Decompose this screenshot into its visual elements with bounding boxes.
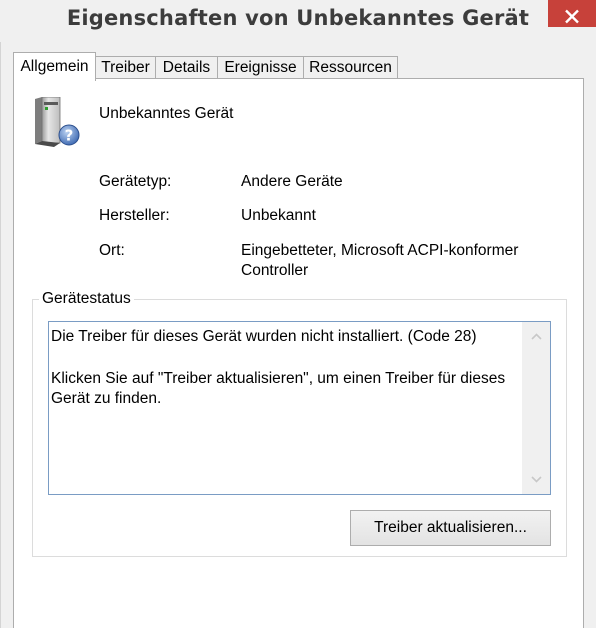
tab-details[interactable]: Details	[155, 56, 218, 78]
window-title: Eigenschaften von Unbekanntes Gerät	[66, 6, 530, 30]
window-border	[0, 42, 1, 628]
tab-treiber[interactable]: Treiber	[95, 56, 156, 78]
location-value-line1: Eingebetteter, Microsoft ACPI-konformer	[241, 242, 519, 259]
properties-window: Eigenschaften von Unbekanntes Gerät Allg…	[0, 0, 596, 628]
tab-ereignisse[interactable]: Ereignisse	[217, 56, 304, 78]
tab-allgemein[interactable]: Allgemein	[13, 52, 96, 81]
scroll-down-arrow-icon[interactable]	[531, 476, 542, 483]
device-type-label: Gerätetyp:	[99, 173, 172, 190]
device-status-group-label: Gerätestatus	[39, 290, 134, 308]
update-driver-button[interactable]: Treiber aktualisieren...	[350, 510, 551, 546]
device-status-textbox[interactable]: Die Treiber für dieses Gerät wurden nich…	[48, 321, 551, 495]
device-status-text: Die Treiber für dieses Gerät wurden nich…	[51, 327, 521, 431]
location-label: Ort:	[99, 242, 125, 259]
status-message-code: Die Treiber für dieses Gerät wurden nich…	[51, 328, 477, 345]
title-bar[interactable]: Eigenschaften von Unbekanntes Gerät	[0, 0, 596, 42]
vertical-scrollbar[interactable]	[522, 322, 550, 494]
device-type-value: Andere Geräte	[241, 173, 343, 190]
manufacturer-label: Hersteller:	[99, 207, 170, 224]
device-name: Unbekanntes Gerät	[99, 105, 234, 122]
svg-text:?: ?	[65, 127, 74, 145]
close-icon	[565, 9, 579, 24]
scroll-up-arrow-icon[interactable]	[531, 333, 542, 340]
close-button[interactable]	[548, 0, 596, 27]
manufacturer-value: Unbekannt	[241, 207, 316, 224]
tab-ressourcen[interactable]: Ressourcen	[303, 56, 398, 78]
location-value-line2: Controller	[241, 262, 309, 279]
unknown-device-icon: ?	[35, 97, 80, 147]
status-message-hint: Klicken Sie auf "Treiber aktualisieren",…	[51, 370, 506, 407]
